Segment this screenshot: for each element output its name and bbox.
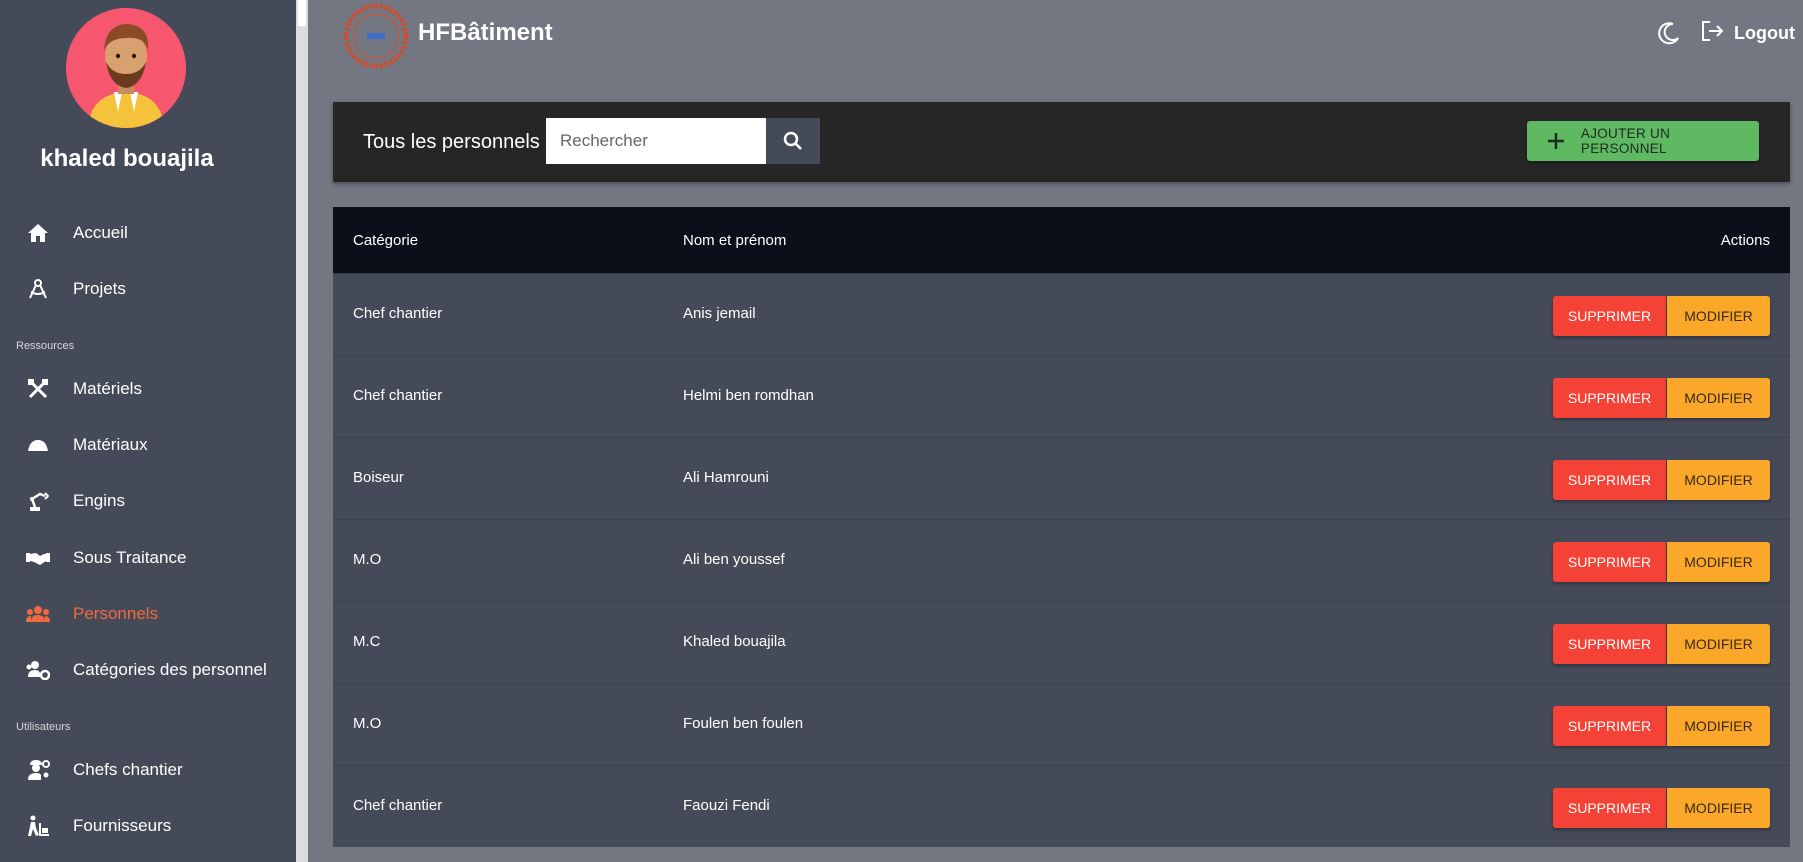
cell-name: Faouzi Fendi xyxy=(683,797,770,814)
sidebar: khaled bouajila Accueil Projets Ressourc… xyxy=(0,0,296,862)
plus-icon xyxy=(1547,133,1564,149)
add-personnel-label: AJOUTER UN PERSONNEL xyxy=(1580,126,1671,156)
delete-button[interactable]: SUPPRIMER xyxy=(1553,378,1666,418)
delete-button[interactable]: SUPPRIMER xyxy=(1553,296,1666,336)
table-row: M.O Foulen ben foulen SUPPRIMER MODIFIER xyxy=(333,683,1790,765)
sidebar-item-materiels[interactable]: Matériels xyxy=(0,369,296,409)
person-dolly-icon xyxy=(26,814,50,838)
cell-name: Foulen ben foulen xyxy=(683,715,804,732)
sidebar-item-accueil[interactable]: Accueil xyxy=(0,213,296,253)
compass-icon xyxy=(26,277,50,301)
logout-button[interactable]: Logout xyxy=(1700,19,1795,48)
sidebar-item-label: Engins xyxy=(73,491,125,510)
sidebar-item-label: Catégories des personnel xyxy=(73,660,267,679)
sidebar-item-label: Sous Traitance xyxy=(73,548,187,567)
users-gear-icon xyxy=(26,658,50,682)
table-row: Chef chantier Anis jemail SUPPRIMER MODI… xyxy=(333,273,1790,355)
table-header: Catégorie Nom et prénom Actions xyxy=(333,207,1790,273)
sidebar-item-label: Matériels xyxy=(73,379,142,398)
app-title: HFBâtiment xyxy=(418,19,553,46)
sidebar-scrollbar[interactable] xyxy=(296,0,308,862)
section-label-ressources: Ressources xyxy=(16,340,75,352)
delete-button[interactable]: SUPPRIMER xyxy=(1553,460,1666,500)
cell-name: Ali ben youssef xyxy=(683,551,785,568)
cell-name: Khaled bouajila xyxy=(683,633,786,650)
search-button[interactable] xyxy=(766,118,820,164)
edit-button[interactable]: MODIFIER xyxy=(1667,706,1770,746)
dark-mode-toggle[interactable] xyxy=(1656,20,1682,46)
header-category: Catégorie xyxy=(353,232,419,249)
cell-category: M.O xyxy=(353,551,382,568)
table-row: Boiseur Ali Hamrouni SUPPRIMER MODIFIER xyxy=(333,437,1790,519)
mound-icon xyxy=(26,433,50,457)
edit-button[interactable]: MODIFIER xyxy=(1667,788,1770,828)
logout-icon xyxy=(1700,19,1724,48)
cell-category: Boiseur xyxy=(353,469,404,486)
sidebar-item-categories-personnel[interactable]: Catégories des personnel xyxy=(0,650,296,690)
edit-button[interactable]: MODIFIER xyxy=(1667,542,1770,582)
cell-name: Helmi ben romdhan xyxy=(683,387,814,404)
delete-button[interactable]: SUPPRIMER xyxy=(1553,788,1666,828)
list-toolbar: Tous les personnels AJOUTER UN PERSONNEL xyxy=(333,102,1790,182)
cell-category: M.O xyxy=(353,715,382,732)
cell-name: Anis jemail xyxy=(683,305,756,322)
edit-button[interactable]: MODIFIER xyxy=(1667,460,1770,500)
header-actions: Actions xyxy=(1720,232,1770,249)
handshake-icon xyxy=(26,546,50,570)
edit-button[interactable]: MODIFIER xyxy=(1667,624,1770,664)
user-name: khaled bouajila xyxy=(40,145,214,172)
header-name: Nom et prénom xyxy=(683,232,787,249)
sidebar-item-projets[interactable]: Projets xyxy=(0,269,296,309)
table-row: M.O Ali ben youssef SUPPRIMER MODIFIER xyxy=(333,519,1790,601)
sidebar-item-fournisseurs[interactable]: Fournisseurs xyxy=(0,806,296,846)
sidebar-item-chefs-chantier[interactable]: Chefs chantier xyxy=(0,750,296,790)
table-row: Chef chantier Helmi ben romdhan SUPPRIME… xyxy=(333,355,1790,437)
table-row: Chef chantier Faouzi Fendi SUPPRIMER MOD… xyxy=(333,765,1790,847)
delete-button[interactable]: SUPPRIMER xyxy=(1553,624,1666,664)
cell-category: M.C xyxy=(353,633,381,650)
sidebar-item-engins[interactable]: Engins xyxy=(0,481,296,521)
moon-icon xyxy=(1658,22,1679,45)
table-row: M.C Khaled bouajila SUPPRIMER MODIFIER xyxy=(333,601,1790,683)
worker-gear-icon xyxy=(26,758,50,782)
avatar xyxy=(66,8,186,128)
sidebar-item-personnels[interactable]: Personnels xyxy=(0,594,296,634)
sidebar-item-label: Projets xyxy=(73,279,126,298)
search-icon xyxy=(783,131,802,150)
sidebar-item-label: Matériaux xyxy=(73,435,148,454)
delete-button[interactable]: SUPPRIMER xyxy=(1553,706,1666,746)
section-label-utilisateurs: Utilisateurs xyxy=(16,721,71,733)
cell-category: Chef chantier xyxy=(353,387,443,404)
home-icon xyxy=(26,221,50,245)
sidebar-item-materiaux[interactable]: Matériaux xyxy=(0,425,296,465)
edit-button[interactable]: MODIFIER xyxy=(1667,378,1770,418)
app-logo xyxy=(343,3,409,69)
cell-category: Chef chantier xyxy=(353,305,443,322)
add-personnel-button[interactable]: AJOUTER UN PERSONNEL xyxy=(1527,121,1759,161)
sidebar-item-label: Personnels xyxy=(73,604,159,623)
logout-label: Logout xyxy=(1734,23,1795,43)
sidebar-item-label: Chefs chantier xyxy=(73,760,183,779)
page-title: Tous les personnels xyxy=(363,131,540,153)
sidebar-item-label: Fournisseurs xyxy=(73,816,172,835)
users-icon xyxy=(26,602,50,626)
cell-category: Chef chantier xyxy=(353,797,443,814)
delete-button[interactable]: SUPPRIMER xyxy=(1553,542,1666,582)
sidebar-item-sous-traitance[interactable]: Sous Traitance xyxy=(0,538,296,578)
cell-name: Ali Hamrouni xyxy=(683,469,769,486)
search-input[interactable] xyxy=(546,118,766,164)
personnel-table: Catégorie Nom et prénom Actions Chef cha… xyxy=(333,207,1790,847)
edit-button[interactable]: MODIFIER xyxy=(1667,296,1770,336)
robot-arm-icon xyxy=(26,489,50,513)
sidebar-item-label: Accueil xyxy=(73,223,128,242)
tools-icon xyxy=(26,377,50,401)
scrollbar-thumb[interactable] xyxy=(298,0,306,26)
